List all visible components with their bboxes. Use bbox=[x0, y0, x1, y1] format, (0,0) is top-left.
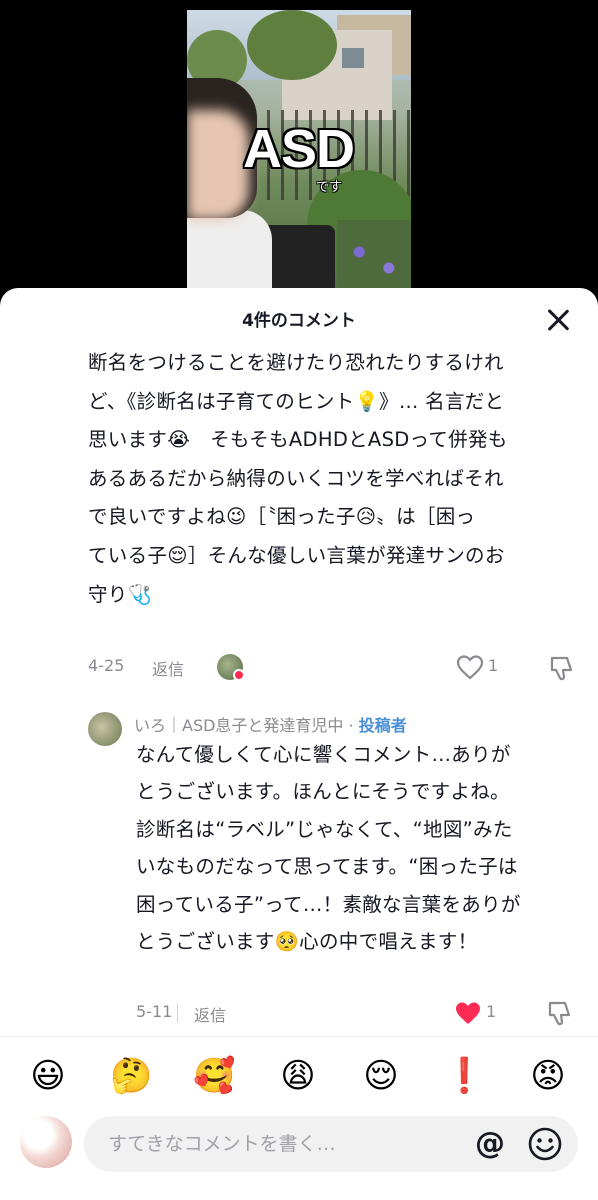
heart-outline-icon bbox=[456, 655, 484, 680]
video-caption-main: ASD bbox=[243, 119, 355, 179]
video-child-shirt bbox=[187, 210, 272, 300]
comment-line: 守り🩺 bbox=[88, 582, 153, 606]
author-badge: 投稿者 bbox=[358, 716, 407, 735]
reply-button[interactable]: 返信 bbox=[194, 1002, 226, 1026]
dislike-button[interactable] bbox=[546, 999, 574, 1027]
emoji-hearts-button[interactable]: 🥰 bbox=[193, 1055, 235, 1097]
emoji-angry-button[interactable]: 😡 bbox=[527, 1055, 569, 1097]
thumbs-down-icon bbox=[550, 656, 573, 681]
creator-liked-heart-icon bbox=[233, 669, 245, 681]
comment-body: 断名をつけることを避けたり恐れたりするけれ ど、《診断名は子育てのヒント💡》… … bbox=[88, 344, 578, 614]
comment-count-title: 4件のコメント bbox=[242, 311, 356, 331]
reply-author-name[interactable]: いろ｜ASD息子と発達育児中 bbox=[134, 716, 343, 735]
video-child-face-blurred bbox=[187, 110, 249, 220]
video-player[interactable]: ASD です bbox=[0, 0, 598, 300]
comment-line: なんて優しくて心に響くコメント…ありが bbox=[136, 743, 511, 766]
smiley-icon bbox=[528, 1127, 562, 1161]
comment-date: 4-25 bbox=[88, 656, 125, 675]
video-tree bbox=[247, 10, 337, 80]
like-button[interactable] bbox=[456, 654, 484, 680]
emoji-grinning-button[interactable]: 😃 bbox=[27, 1055, 69, 1097]
reply-button[interactable]: 返信 bbox=[152, 656, 184, 680]
video-window bbox=[342, 48, 364, 68]
reply-author-line[interactable]: いろ｜ASD息子と発達育児中 · 投稿者 bbox=[134, 712, 407, 736]
quick-emoji-bar: 😃 🤔 🥰 😩 😌 ❗ 😡 bbox=[0, 1045, 598, 1105]
like-count: 1 bbox=[486, 1002, 497, 1021]
emoji-relieved-button[interactable]: 😌 bbox=[360, 1055, 402, 1097]
heart-filled-icon bbox=[456, 1002, 480, 1024]
emoji-thinking-button[interactable]: 🤔 bbox=[110, 1055, 152, 1097]
dislike-button[interactable] bbox=[548, 654, 576, 682]
comment-line: とうございます。ほんとにそうですよね。 bbox=[136, 780, 510, 804]
comment-line: で良いですよね😉［〝困った子😥〟は［困っ bbox=[88, 505, 476, 529]
emoji-picker-button[interactable] bbox=[525, 1124, 565, 1164]
author-separator: · bbox=[343, 716, 359, 735]
comment-line: ど、《診断名は子育てのヒント💡》… 名言だと bbox=[88, 389, 505, 413]
comment-line: 思います😭 そもそもADHDとASDって併発も bbox=[88, 428, 508, 452]
comment-line: あるあるだから納得のいくコツを学べればそれ bbox=[88, 466, 504, 490]
comment-line: とうございます🥺心の中で唱えます！ bbox=[136, 930, 478, 954]
video-caption-sub: です bbox=[316, 180, 343, 195]
divider bbox=[0, 1036, 598, 1037]
meta-divider bbox=[177, 1004, 178, 1022]
close-button[interactable] bbox=[542, 304, 574, 336]
emoji-exclamation-button[interactable]: ❗ bbox=[443, 1055, 485, 1097]
like-count: 1 bbox=[488, 656, 499, 675]
comment-sheet: 4件のコメント 断名をつけることを避けたり恐れたりするけれ ど、《診断名は子育て… bbox=[0, 288, 598, 1200]
comment-line: 困っている子”って…！素敵な言葉をありが bbox=[136, 892, 521, 916]
comment-input[interactable] bbox=[108, 1116, 468, 1172]
comment-line: 診断名は“ラベル”じゃなくて、“地図”みた bbox=[136, 817, 513, 841]
like-button-active[interactable] bbox=[454, 1000, 482, 1026]
comment-line: 断名をつけることを避けたり恐れたりするけれ bbox=[88, 351, 504, 374]
reply-body: なんて優しくて心に響くコメント…ありが とうございます。ほんとにそうですよね。 … bbox=[136, 736, 586, 960]
emoji-weary-button[interactable]: 😩 bbox=[277, 1055, 319, 1097]
comment-input-bar: @ bbox=[0, 1108, 598, 1200]
reply-author-avatar[interactable] bbox=[88, 712, 122, 746]
comment-date: 5-11 bbox=[136, 1002, 173, 1021]
comment-line: ている子😌］そんな優しい言葉が発達サンのお bbox=[88, 543, 505, 567]
my-avatar[interactable] bbox=[20, 1116, 72, 1168]
mention-button[interactable]: @ bbox=[470, 1124, 510, 1164]
comment-input-container[interactable]: @ bbox=[84, 1116, 578, 1172]
thumbs-down-icon bbox=[548, 1001, 571, 1026]
comment-line: いなものだなって思ってます。“困った子は bbox=[136, 855, 518, 879]
